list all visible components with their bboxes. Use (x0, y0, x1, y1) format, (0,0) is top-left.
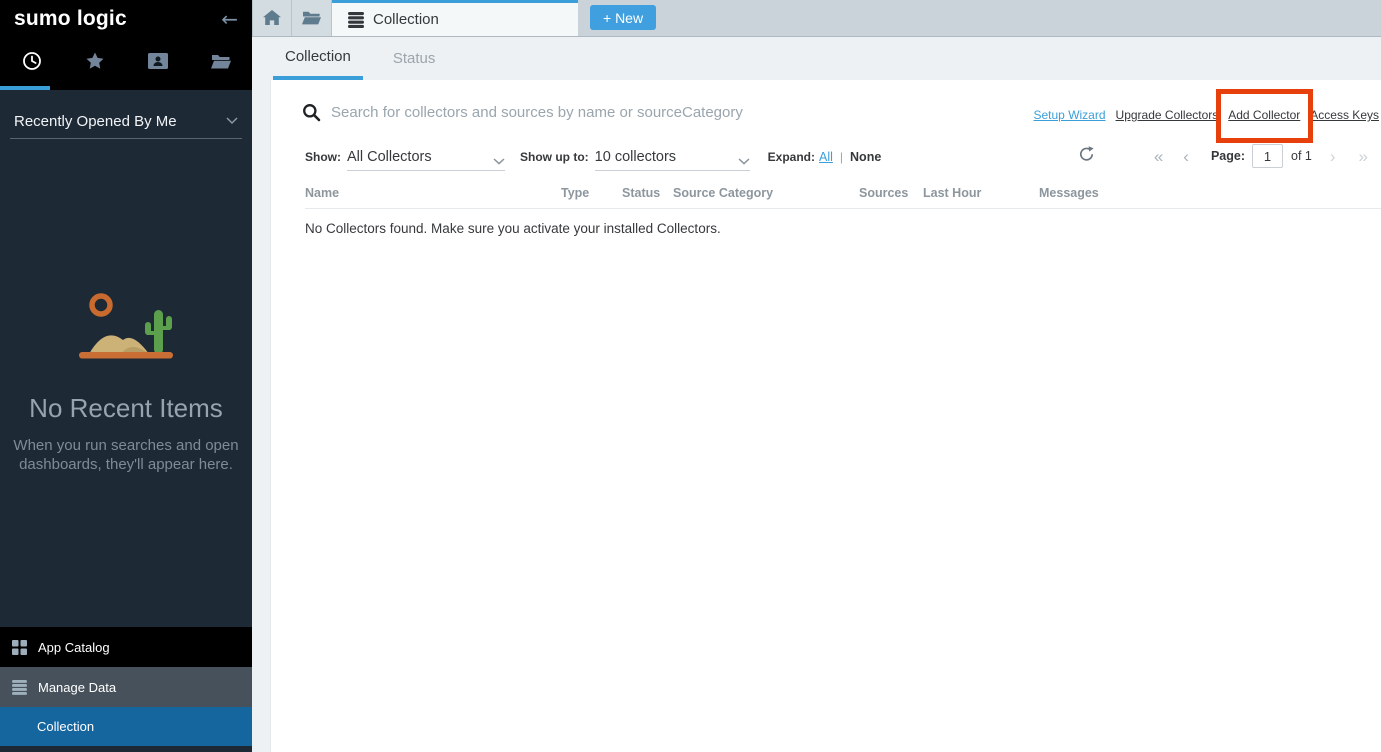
menu-label: Manage Data (38, 680, 116, 695)
clock-icon (22, 51, 42, 76)
column-header-sources[interactable]: Sources (859, 186, 908, 200)
menu-item-app-catalog[interactable]: App Catalog (0, 627, 252, 667)
home-tab-button[interactable] (252, 0, 292, 36)
filter-controls: Show: All Collectors Show up to: 10 coll… (305, 142, 881, 172)
show-dropdown[interactable]: All Collectors (347, 143, 505, 171)
recent-filter-label: Recently Opened By Me (14, 113, 177, 130)
menu-item-collection[interactable]: Collection (0, 707, 252, 746)
pagination: « ‹ Page: of 1 › » (1154, 143, 1368, 169)
expand-all-link[interactable]: All (819, 150, 833, 164)
last-page-icon[interactable]: » (1359, 148, 1368, 165)
page-of-label: of 1 (1291, 149, 1312, 163)
recent-filter-dropdown[interactable]: Recently Opened By Me (10, 104, 242, 139)
tab-collection[interactable]: Collection (273, 37, 363, 80)
expand-none-link[interactable]: None (850, 150, 881, 164)
collapse-sidebar-icon[interactable]: ← (221, 7, 238, 31)
tab-label: Collection (373, 11, 439, 28)
menu-label: Collection (37, 719, 94, 734)
collection-panel: Setup Wizard Upgrade Collectors Add Coll… (270, 80, 1381, 752)
page-number-input[interactable] (1252, 144, 1283, 168)
expand-label: Expand: (768, 150, 815, 164)
top-tab-bar: Collection + New (252, 0, 1381, 37)
star-icon (85, 51, 105, 76)
next-page-icon[interactable]: › (1330, 148, 1336, 165)
column-header-messages[interactable]: Messages (1039, 186, 1099, 200)
show-up-to-label: Show up to: (520, 150, 589, 164)
first-page-icon[interactable]: « (1154, 148, 1163, 165)
column-header-status[interactable]: Status (622, 186, 660, 200)
search-input[interactable] (331, 97, 951, 127)
add-collector-link[interactable]: Add Collector (1228, 108, 1300, 122)
app-root: sumo logic ← (0, 0, 1381, 752)
no-recent-items-title: No Recent Items (0, 393, 252, 424)
upgrade-collectors-link[interactable]: Upgrade Collectors (1116, 108, 1219, 122)
no-recent-items-text: When you run searches and open dashboard… (0, 436, 252, 474)
add-collector-wrapper: Add Collector (1228, 108, 1300, 122)
library-icon (148, 53, 168, 74)
sidebar-tab-favorites[interactable] (63, 37, 126, 90)
database-icon (12, 680, 27, 695)
home-icon (263, 10, 281, 26)
quick-links: Setup Wizard Upgrade Collectors Add Coll… (1034, 108, 1380, 122)
folder-open-icon (211, 54, 231, 74)
expand-group: All | None (819, 150, 881, 164)
subtab-bar: Collection Status (252, 37, 1381, 80)
column-header-last-hour[interactable]: Last Hour (923, 186, 981, 200)
folder-tab-button[interactable] (292, 0, 332, 36)
column-header-name[interactable]: Name (305, 186, 339, 200)
column-header-type[interactable]: Type (561, 186, 589, 200)
logo-bar: sumo logic ← (0, 0, 252, 37)
menu-label: App Catalog (38, 640, 110, 655)
new-button[interactable]: + New (590, 5, 656, 30)
sidebar-tab-folders[interactable] (189, 37, 252, 90)
chevron-down-icon (226, 117, 238, 125)
search-icon (302, 103, 321, 127)
sidebar-tab-recents[interactable] (0, 37, 63, 90)
prev-page-icon[interactable]: ‹ (1183, 148, 1189, 165)
refresh-icon[interactable] (1079, 146, 1094, 167)
sidebar-tab-library[interactable] (126, 37, 189, 90)
menu-item-manage-data[interactable]: Manage Data (0, 667, 252, 707)
database-icon (348, 12, 364, 28)
active-tab-underline (0, 86, 50, 90)
sidebar-bottom-menu: App Catalog Manage Data Collection (0, 627, 252, 746)
setup-wizard-link[interactable]: Setup Wizard (1034, 108, 1106, 122)
tab-status[interactable]: Status (381, 37, 448, 80)
column-header-source-category[interactable]: Source Category (673, 186, 773, 200)
sumo-logic-logo: sumo logic (14, 7, 127, 31)
sidebar-icon-tabs (0, 37, 252, 90)
folder-open-icon (302, 11, 321, 25)
chevron-down-icon (493, 158, 505, 165)
app-grid-icon (12, 640, 27, 655)
desert-illustration (61, 290, 191, 366)
collection-window-tab[interactable]: Collection (332, 0, 578, 36)
show-up-to-dropdown[interactable]: 10 collectors (595, 143, 750, 171)
show-label: Show: (305, 150, 341, 164)
sidebar-empty-state: No Recent Items When you run searches an… (0, 290, 252, 474)
chevron-down-icon (738, 158, 750, 165)
separator: | (840, 150, 843, 164)
access-keys-link[interactable]: Access Keys (1310, 108, 1379, 122)
empty-table-message: No Collectors found. Make sure you activ… (305, 221, 721, 236)
sidebar: sumo logic ← (0, 0, 252, 752)
page-label: Page: (1211, 149, 1245, 163)
collectors-table-header: Name Type Status Source Category Sources… (305, 180, 1381, 209)
